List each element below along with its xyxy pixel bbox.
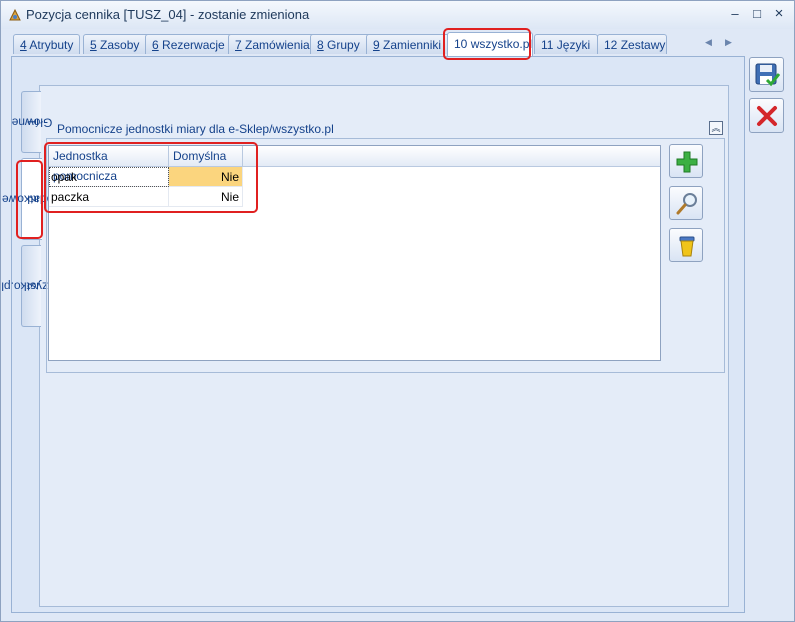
cell-unit[interactable]: opak bbox=[49, 167, 169, 187]
cell-unit[interactable]: paczka bbox=[49, 187, 169, 207]
plus-icon bbox=[676, 151, 698, 173]
cell-default[interactable]: Nie bbox=[169, 167, 243, 187]
save-icon bbox=[755, 63, 780, 87]
edit-button[interactable] bbox=[669, 186, 703, 220]
vtab-glowne-label: 1 Główne bbox=[11, 115, 52, 129]
collapse-group-button[interactable]: ︽ bbox=[709, 121, 723, 135]
tab-jezyki[interactable]: 11 Języki bbox=[534, 34, 598, 54]
tab-atrybuty[interactable]: 4 Atrybuty bbox=[13, 34, 80, 54]
maximize-button[interactable]: □ bbox=[747, 5, 767, 23]
vtab-dodatkowe-label: 2 Dodatkowe bbox=[1, 192, 63, 206]
group-header: Pomocnicze jednostki miary dla e-Sklep/w… bbox=[47, 120, 725, 139]
group-title: Pomocnicze jednostki miary dla e-Sklep/w… bbox=[57, 122, 334, 136]
vtab-wszystko-pl-label: 3 wszystko.pl bbox=[0, 279, 63, 293]
tab-zamowienia[interactable]: 7 Zamówienia bbox=[228, 34, 318, 54]
tab-scroll-left-icon[interactable]: ◀ bbox=[705, 37, 712, 48]
chevron-up-icon: ︽ bbox=[711, 123, 721, 133]
minimize-button[interactable]: – bbox=[725, 5, 745, 23]
table-row[interactable]: opak Nie bbox=[49, 167, 243, 187]
tab-scroll-right-icon[interactable]: ▶ bbox=[725, 37, 732, 48]
tab-grupy[interactable]: 8 Grupy bbox=[310, 34, 374, 54]
vtab-glowne[interactable]: 1 Główne bbox=[11, 91, 52, 153]
close-icon bbox=[757, 106, 777, 126]
tab-wszystko-pl[interactable]: 10 wszystko.pl bbox=[447, 32, 533, 56]
app-icon bbox=[9, 9, 21, 21]
magnifier-icon bbox=[676, 193, 697, 215]
column-header-unit[interactable]: Jednostka pomocnicza bbox=[49, 146, 169, 183]
title-bar: Pozycja cennika [TUSZ_04] - zostanie zmi… bbox=[1, 1, 794, 29]
grid-header: Jednostka pomocnicza Domyślna bbox=[49, 146, 660, 183]
window-title: Pozycja cennika [TUSZ_04] - zostanie zmi… bbox=[26, 7, 310, 22]
column-header-default[interactable]: Domyślna bbox=[169, 146, 243, 166]
delete-button[interactable] bbox=[669, 228, 703, 262]
tab-zasoby[interactable]: 5 Zasoby bbox=[83, 34, 153, 54]
vtab-wszystko-pl[interactable]: 3 wszystko.pl bbox=[0, 245, 63, 327]
cell-default[interactable]: Nie bbox=[169, 187, 243, 207]
tab-zestawy[interactable]: 12 Zestawy bbox=[597, 34, 667, 54]
cancel-button[interactable] bbox=[749, 98, 784, 133]
table-row[interactable]: paczka Nie bbox=[49, 187, 243, 207]
tab-rezerwacje[interactable]: 6 Rezerwacje bbox=[145, 34, 237, 54]
add-button[interactable] bbox=[669, 144, 703, 178]
units-grid: Jednostka pomocnicza Domyślna opak Nie p… bbox=[48, 145, 661, 361]
trash-icon bbox=[679, 236, 695, 257]
dialog-window: Pozycja cennika [TUSZ_04] - zostanie zmi… bbox=[0, 0, 795, 622]
vtab-dodatkowe[interactable]: 2 Dodatkowe bbox=[1, 158, 63, 240]
save-button[interactable] bbox=[749, 57, 784, 92]
close-window-button[interactable]: × bbox=[769, 5, 789, 23]
tab-zamienniki[interactable]: 9 Zamienniki bbox=[366, 34, 450, 54]
